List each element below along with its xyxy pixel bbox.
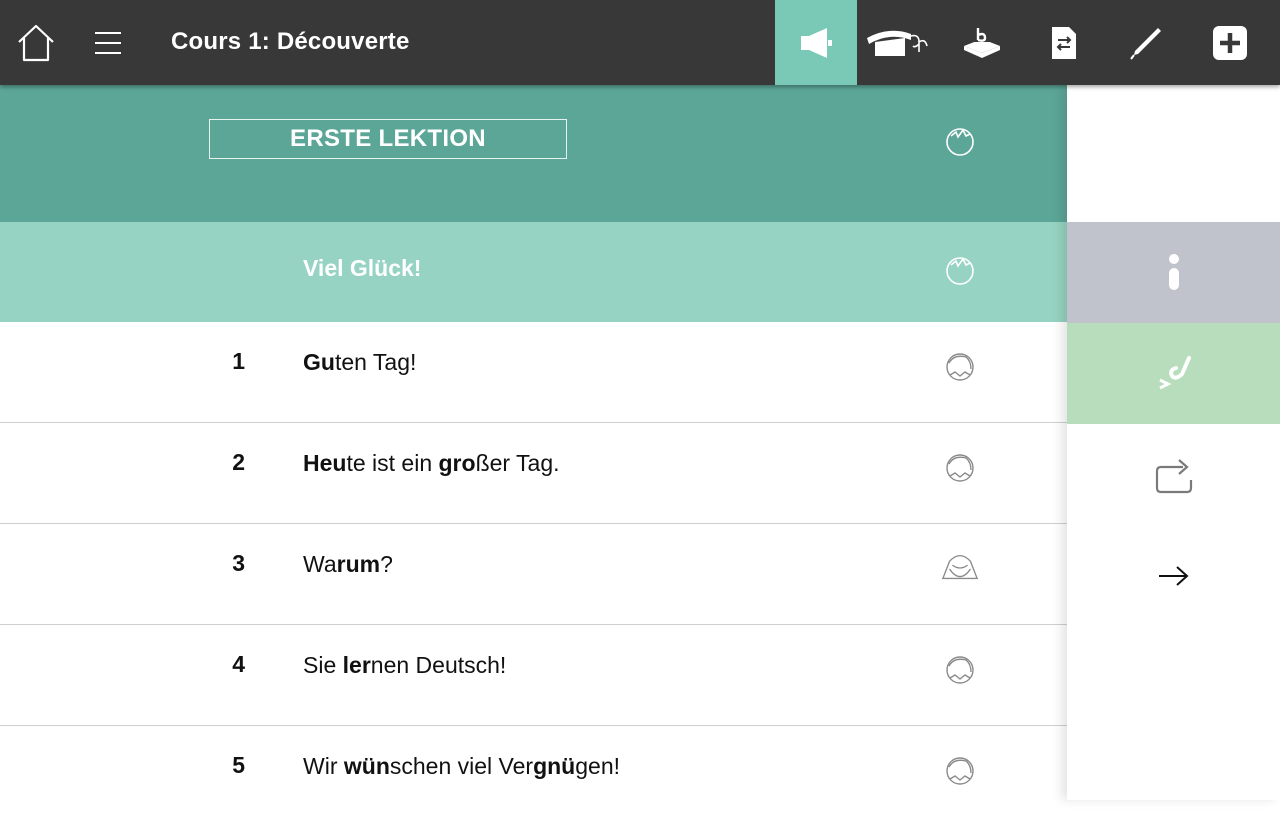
face-icon[interactable] (940, 649, 980, 689)
side-panel (1067, 85, 1280, 800)
tab-audio[interactable] (775, 0, 857, 85)
check-exercise-icon (1158, 355, 1191, 389)
pen-icon (1130, 27, 1161, 60)
list-item[interactable]: 2 Heute ist ein großer Tag. (0, 423, 1067, 524)
next-button[interactable] (1067, 525, 1280, 626)
repeat-button[interactable] (1067, 424, 1280, 525)
add-icon (1213, 25, 1247, 60)
home-icon (18, 24, 54, 61)
exercise-button[interactable] (1067, 323, 1280, 424)
speaker-face-icon (946, 128, 974, 156)
speaker-face-icon (946, 353, 974, 381)
list-item[interactable]: 1 Guten Tag! (0, 322, 1067, 423)
sentence-number: 4 (232, 651, 245, 677)
lesson-subtitle-row[interactable]: Viel Glück! (0, 222, 1067, 322)
page-title: Cours 1: Découverte (171, 28, 410, 55)
lesson-subtitle: Viel Glück! (303, 255, 422, 281)
home-button[interactable] (10, 0, 62, 85)
tab-notes[interactable] (1105, 0, 1187, 85)
lesson-header: ERSTE LEKTION (0, 85, 1067, 222)
sentence-text: Sie lernen Deutsch! (303, 652, 507, 678)
face-icon[interactable] (940, 121, 980, 161)
sentence-text: Guten Tag! (303, 349, 417, 375)
sentence-number: 1 (232, 348, 245, 374)
menu-button[interactable] (88, 0, 128, 85)
sentence-text: Warum? (303, 551, 393, 577)
sentence-text: Wir wünschen viel Vergnügen! (303, 753, 620, 779)
tab-course[interactable] (857, 0, 939, 85)
sentence-number: 5 (232, 752, 245, 778)
face-icon[interactable] (940, 750, 980, 790)
speaker-face-icon (946, 757, 974, 785)
tab-exercises[interactable] (941, 0, 1023, 85)
list-item[interactable]: 3 Warum? (0, 524, 1067, 625)
repeat-icon (1155, 458, 1192, 493)
lesson-heading: ERSTE LEKTION (209, 119, 567, 159)
add-button[interactable] (1189, 0, 1271, 85)
sentence-number: 2 (232, 449, 245, 475)
tab-document[interactable] (1023, 0, 1105, 85)
sentence-number: 3 (232, 550, 245, 576)
face-icon[interactable] (940, 548, 980, 588)
speaker-face-icon (946, 257, 974, 285)
graduation-cap-icon (867, 30, 928, 56)
next-arrow-icon (1158, 565, 1188, 586)
list-item[interactable]: 4 Sie lernen Deutsch! (0, 625, 1067, 726)
list-item[interactable]: 5 Wir wünschen viel Vergnügen! (0, 726, 1067, 827)
speaker-face-icon (946, 454, 974, 482)
speaker-face-icon (946, 656, 974, 684)
menu-icon (95, 31, 121, 54)
face-icon[interactable] (940, 346, 980, 386)
info-icon (1168, 253, 1179, 290)
sentence-text: Heute ist ein großer Tag. (303, 450, 560, 476)
top-bar: Cours 1: Découverte (0, 0, 1280, 85)
face-icon[interactable] (940, 250, 980, 290)
speaker-face-icon (941, 554, 979, 580)
book-stand-icon (964, 27, 1000, 58)
face-icon[interactable] (940, 447, 980, 487)
megaphone-icon (801, 27, 832, 58)
info-button[interactable] (1067, 222, 1280, 323)
lesson-list: ERSTE LEKTION Viel Glück! 1 Guten Tag! 2… (0, 85, 1067, 827)
document-transfer-icon (1052, 26, 1076, 59)
